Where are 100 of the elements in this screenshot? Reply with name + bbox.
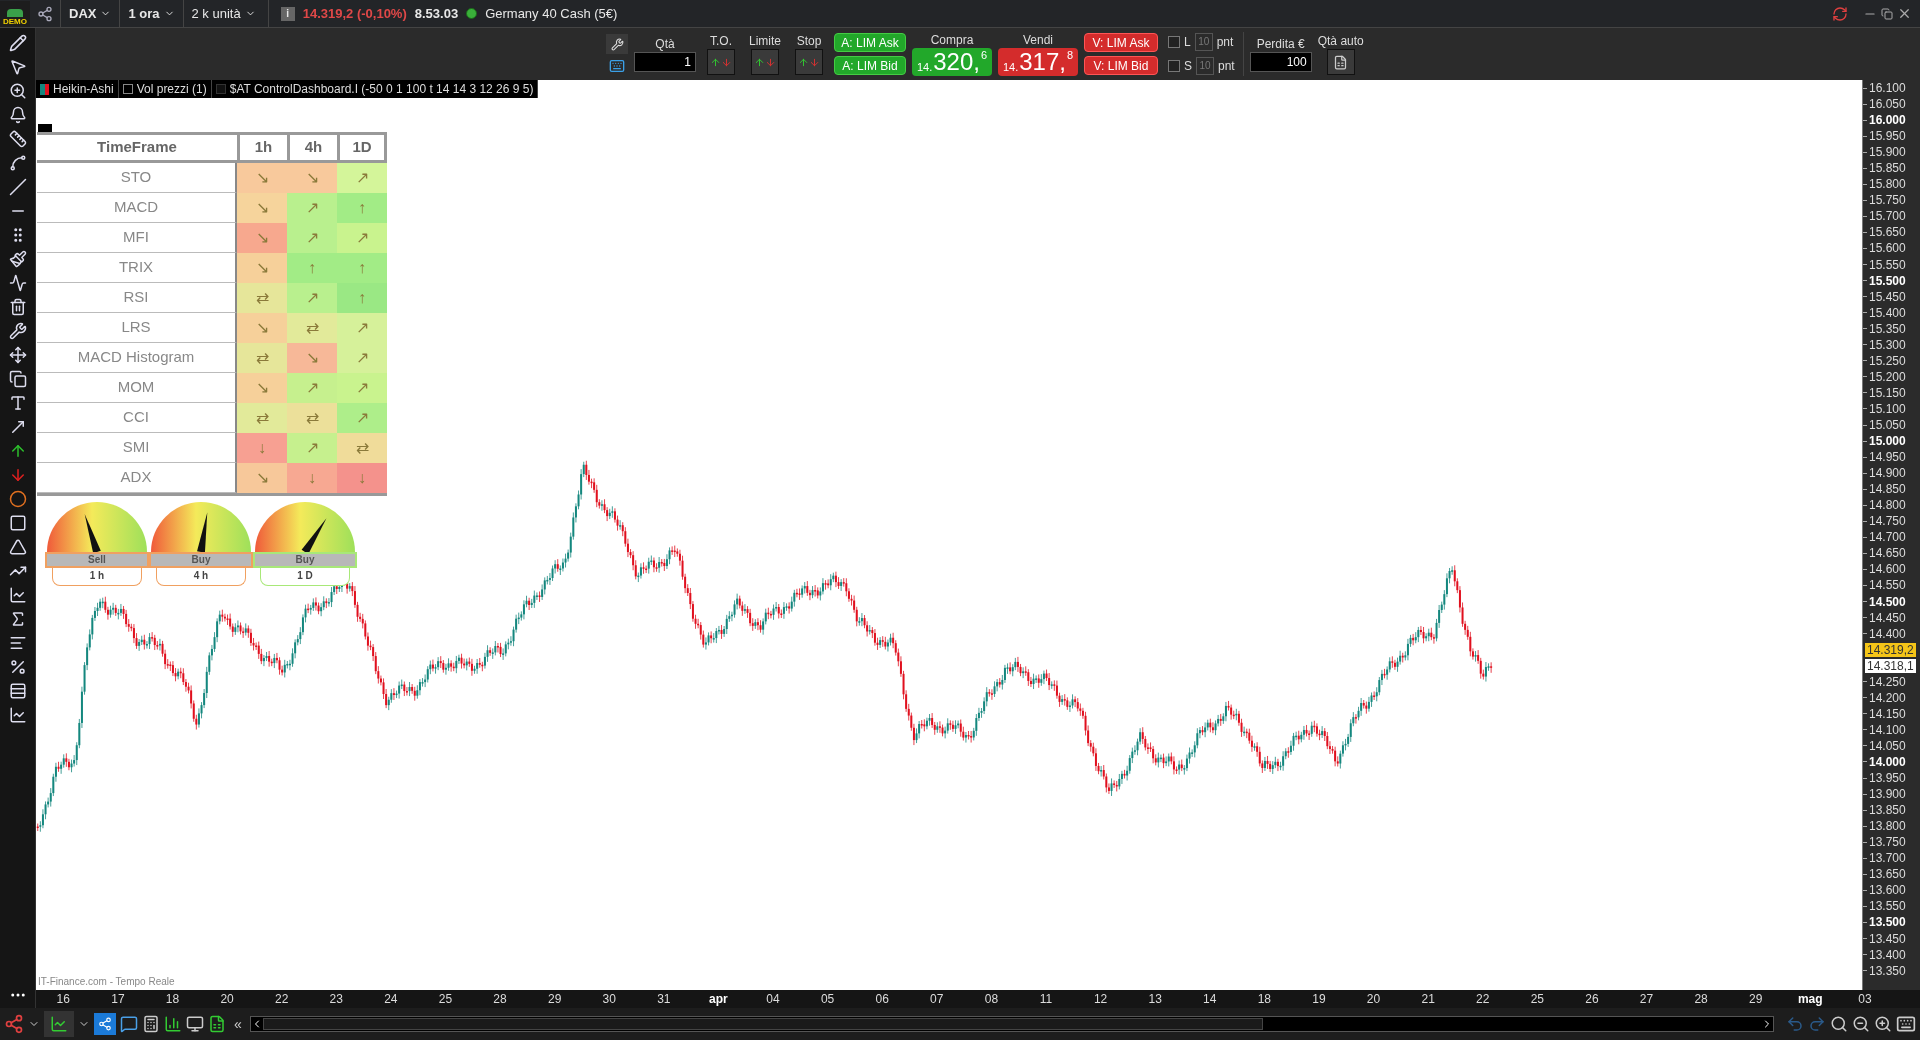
signal-cell: ↑ (337, 193, 387, 223)
units-dropdown[interactable]: 2 k unità (182, 0, 264, 27)
source-label: IT-Finance.com - Tempo Reale (38, 975, 175, 989)
price-label: 15.100 (1869, 401, 1906, 416)
auto-qty-label: Qtà auto (1317, 33, 1364, 49)
qty-field[interactable]: 1 (634, 52, 696, 72)
table-header: 4h (287, 135, 337, 163)
signal-cell: ↓ (287, 463, 337, 493)
legend-label[interactable]: Heikin-Ashi (53, 80, 114, 98)
price-label: 15.900 (1869, 145, 1906, 160)
price-label: 13.550 (1869, 899, 1906, 914)
price-marker: 14.319,2 (1865, 642, 1916, 657)
instrument-name: Germany 40 Cash (5€) (485, 4, 618, 23)
gauge-signal-label: Sell (45, 552, 149, 568)
signal-cell: ↘ (287, 343, 337, 373)
date-label: 16 (55, 991, 71, 1008)
loss-label: Perdita € (1256, 36, 1305, 52)
price-label: 15.050 (1869, 418, 1906, 432)
signal-cell: ↘ (237, 313, 287, 343)
order-type-label: Stop (796, 33, 822, 49)
price-label: 14.700 (1869, 530, 1906, 545)
indicator-name: LRS (37, 313, 237, 343)
price-label: 14.900 (1869, 466, 1906, 481)
signal-cell: ↘ (237, 253, 287, 283)
signal-cell: ↗ (287, 283, 337, 313)
date-label: 03 (1857, 991, 1873, 1008)
date-label: 27 (1638, 991, 1655, 1008)
demo-logo: DEMO (0, 0, 30, 27)
signal-cell: ⇄ (287, 313, 337, 343)
unit-label: pnt (1218, 58, 1235, 75)
signal-cell: ⇄ (237, 343, 287, 373)
price-label: 13.750 (1869, 835, 1906, 850)
indicator-name: SMI (37, 433, 237, 463)
indicator-name: MFI (37, 223, 237, 253)
price-label: Vendi (1023, 32, 1053, 48)
price-label: 14.650 (1869, 546, 1906, 561)
price-label: 15.650 (1869, 225, 1906, 240)
signal-cell: ↑ (337, 253, 387, 283)
signal-cell: ↗ (337, 163, 387, 193)
stop-label: L (1184, 34, 1191, 51)
price-label: 14.200 (1869, 690, 1906, 705)
table-header: 1h (237, 135, 287, 163)
signal-cell: ↘ (237, 373, 287, 403)
date-label: apr (708, 991, 729, 1008)
date-label: 12 (1092, 991, 1109, 1008)
signal-cell: ↗ (337, 403, 387, 433)
indicator-name: MACD Histogram (37, 343, 237, 373)
date-label: 22 (274, 991, 290, 1008)
signal-cell: ↗ (337, 343, 387, 373)
order-type-label: Limite (749, 33, 781, 49)
table-header: 1D (337, 135, 387, 163)
gauge-signal-label: Buy (149, 552, 253, 568)
price-label: 15.400 (1869, 305, 1906, 320)
price-label: 15.000 (1869, 434, 1906, 449)
price-label: 15.750 (1869, 193, 1906, 208)
signal-cell: ⇄ (287, 403, 337, 433)
price-label: 16.050 (1869, 97, 1906, 112)
date-label: 25 (437, 991, 454, 1008)
price-label: 14.800 (1869, 498, 1906, 513)
indicator-name: RSI (37, 283, 237, 313)
timeframe-dropdown[interactable]: 1 ora (119, 0, 183, 27)
price-label: 15.950 (1869, 129, 1906, 144)
signal-cell: ↗ (337, 373, 387, 403)
price-label: 14.400 (1869, 626, 1906, 641)
price-label: 14.050 (1869, 738, 1906, 753)
signal-cell: ↘ (237, 463, 287, 493)
legend-label[interactable]: $AT ControlDashboard.I (-50 0 1 100 t 14 14 3 12 26 9 5) (229, 80, 534, 98)
price-label: 14.000 (1869, 755, 1906, 769)
sell-limit-button[interactable]: V: LIM Ask (1084, 33, 1158, 52)
date-label: 24 (383, 991, 399, 1008)
price-label: 15.600 (1869, 241, 1906, 256)
collapse-button[interactable]: « (230, 1013, 246, 1035)
price-label: 13.900 (1869, 787, 1906, 802)
price-marker: 14.318,1 (1865, 658, 1916, 673)
price-label: 13.800 (1869, 819, 1906, 834)
signal-cell: ⇄ (237, 283, 287, 313)
date-label: 14 (1202, 991, 1218, 1008)
signal-cell: ↗ (287, 433, 337, 463)
price-label: 15.150 (1869, 385, 1906, 400)
price-label: 14.150 (1869, 706, 1906, 721)
price-label: 16.100 (1869, 81, 1906, 95)
signal-cell: ↗ (337, 313, 387, 343)
signal-cell: ⇄ (337, 433, 387, 463)
date-label: 06 (874, 991, 890, 1008)
instrument-dropdown[interactable]: DAX (60, 0, 120, 27)
signal-cell: ↗ (287, 223, 337, 253)
price-label: 13.400 (1869, 947, 1906, 962)
legend-label[interactable]: Vol prezzi (1) (136, 80, 207, 98)
price-label: 15.800 (1869, 177, 1906, 192)
loss-field[interactable]: 100 (1249, 52, 1312, 72)
price-label: 14.750 (1869, 514, 1906, 529)
price-label: 13.950 (1869, 771, 1906, 786)
sell-limit-button[interactable]: V: LIM Bid (1084, 56, 1158, 75)
signal-cell: ↑ (287, 253, 337, 283)
signal-cell: ↑ (337, 283, 387, 313)
date-label: 30 (601, 991, 617, 1008)
signal-cell: ↗ (287, 373, 337, 403)
date-label: 29 (546, 991, 563, 1008)
date-label: 07 (929, 991, 945, 1008)
info-button[interactable]: i (280, 6, 295, 21)
